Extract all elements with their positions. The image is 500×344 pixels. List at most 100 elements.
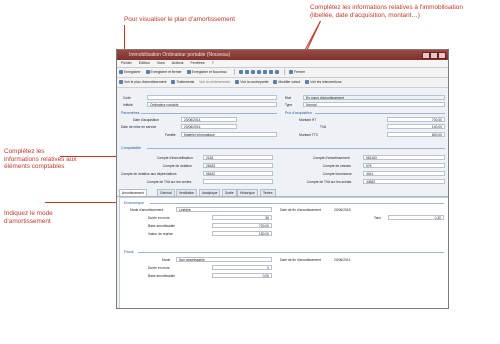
tab-general[interactable]: Général bbox=[157, 189, 175, 196]
eco-fin-value: 20/06/2018 bbox=[334, 208, 351, 212]
minimize-button[interactable] bbox=[422, 52, 430, 59]
counterpart-icon bbox=[235, 80, 240, 85]
eco-reprise-label: Valeur de reprise bbox=[148, 232, 173, 236]
save-close-button[interactable]: Enregistrer et fermer bbox=[145, 68, 182, 77]
forward-icon[interactable] bbox=[251, 70, 256, 75]
interventions-icon bbox=[305, 80, 310, 85]
annotation-plan: Pour visualiser le plan d'amortissement bbox=[124, 16, 235, 23]
immo-field[interactable]: 2183 bbox=[203, 155, 273, 160]
close-window-button[interactable] bbox=[438, 52, 446, 59]
toolbar-main: Enregistrer Enregistrer et fermer Enregi… bbox=[117, 68, 448, 78]
ttc-label: Montant TTC bbox=[299, 133, 319, 137]
treatments-button[interactable]: Traitements bbox=[171, 78, 194, 87]
fiscal-fin-label: Date de fin d'amortissement bbox=[280, 258, 321, 262]
dot-dep-field[interactable]: 68162 bbox=[203, 171, 273, 176]
params-section-title: Paramètres bbox=[121, 111, 140, 115]
close-button[interactable]: Fermer bbox=[289, 68, 305, 77]
ht-field[interactable]: 700,00 bbox=[387, 117, 445, 122]
save-icon bbox=[119, 70, 123, 75]
title-bar: Immobilisation Ordinateur portable (Nouv… bbox=[117, 50, 448, 60]
detail-tabs: Amortissement Général Ventilation Analyt… bbox=[117, 189, 448, 197]
acq-label: Date d'acquisition bbox=[133, 118, 159, 122]
menu-help[interactable]: ? bbox=[212, 61, 214, 65]
tva-vente-field[interactable] bbox=[203, 179, 273, 184]
amort-field[interactable]: 681163 bbox=[363, 155, 445, 160]
eco-duree-field[interactable]: 36 bbox=[212, 215, 272, 220]
view-sale-button[interactable]: Voir la vente/cession bbox=[199, 78, 230, 87]
view-interventions-button[interactable]: Voir les interventions bbox=[305, 78, 341, 87]
eco-mode-label: Mode d'amortissement bbox=[130, 208, 164, 212]
fiscal-mode-label: Mode bbox=[162, 258, 171, 262]
prix-section-title: Prix d'acquisition bbox=[285, 111, 312, 115]
fiscal-base-field[interactable]: 0,00 bbox=[212, 273, 272, 278]
compta-section-title: Comptabilité bbox=[121, 146, 141, 150]
fiscal-mode-field[interactable]: Non amortissable bbox=[176, 257, 272, 262]
tva-field[interactable]: 140,00 bbox=[387, 124, 445, 129]
eco-taux-field[interactable]: 0,30 bbox=[388, 215, 444, 220]
back-icon[interactable] bbox=[245, 70, 250, 75]
menu-edition[interactable]: Edition bbox=[139, 61, 150, 65]
refresh-icon[interactable] bbox=[275, 70, 280, 75]
fiscal-section-title: Fiscal bbox=[124, 250, 134, 254]
immo-label: Compte d'immobilisation bbox=[157, 156, 193, 160]
view-plan-button[interactable]: Voir le plan d'amortissement bbox=[119, 78, 167, 87]
tab-textes[interactable]: Textes bbox=[260, 189, 276, 196]
eco-reprise-field[interactable]: 150,00 bbox=[212, 231, 272, 236]
maximize-button[interactable] bbox=[430, 52, 438, 59]
params-section-line bbox=[141, 113, 277, 114]
fourn-field[interactable]: 4041 bbox=[363, 171, 445, 176]
ttc-field[interactable]: 840,00 bbox=[387, 132, 445, 137]
menu-fenetres[interactable]: Fenêtres bbox=[190, 61, 204, 65]
mes-label: Date de mise en service bbox=[121, 125, 157, 129]
calc-icon bbox=[273, 80, 278, 85]
intitule-field[interactable]: Ordinateur portable bbox=[147, 102, 277, 107]
toolbar-separator bbox=[234, 69, 236, 76]
modify-calc-button[interactable]: Modifier calcul bbox=[273, 78, 300, 87]
tva-achat-label: Compte de TVA sur les achats bbox=[307, 180, 352, 184]
acq-date-field[interactable]: 20/06/2014 bbox=[181, 117, 237, 122]
eco-mode-field[interactable]: Linéaire bbox=[176, 207, 272, 212]
annotation-mode-line bbox=[45, 202, 125, 203]
plan-icon bbox=[119, 80, 123, 85]
delete-icon[interactable] bbox=[269, 70, 274, 75]
menu-bar: Fichier Edition Vues Actions Fenêtres ? bbox=[117, 60, 448, 68]
eco-base-label: Base amortissable bbox=[148, 224, 176, 228]
toolbar-separator-2 bbox=[284, 69, 286, 76]
save-button[interactable]: Enregistrer bbox=[119, 68, 141, 77]
annotation-infos: Complétez les informations relatives à l… bbox=[310, 4, 463, 19]
tab-amortissement[interactable]: Amortissement bbox=[119, 189, 147, 196]
menu-vues[interactable]: Vues bbox=[157, 61, 165, 65]
view-counterpart-button[interactable]: Voir la contrepartie bbox=[235, 78, 269, 87]
ht-label: Montant HT bbox=[299, 118, 317, 122]
last-icon[interactable] bbox=[263, 70, 268, 75]
famille-field[interactable]: Matériel informatique bbox=[181, 132, 277, 137]
fiscal-duree-field[interactable]: 0 bbox=[212, 265, 272, 270]
eco-fin-label: Date de fin d'amortissement bbox=[280, 208, 321, 212]
immobilisation-window: Immobilisation Ordinateur portable (Nouv… bbox=[116, 49, 449, 309]
annotation-comptes-line bbox=[60, 156, 124, 157]
tva-label: TVA bbox=[320, 125, 327, 129]
eco-base-field[interactable]: 700,00 bbox=[212, 223, 272, 228]
menu-fichier[interactable]: Fichier bbox=[121, 61, 132, 65]
mes-date-field[interactable]: 20/06/2014 bbox=[181, 124, 237, 129]
print-icon[interactable] bbox=[239, 70, 244, 75]
tab-historique[interactable]: Historique bbox=[237, 189, 258, 196]
save-new-button[interactable]: Enregistrer et Nouveau bbox=[186, 68, 226, 77]
fiscal-base-label: Base amortissable bbox=[148, 274, 176, 278]
menu-actions[interactable]: Actions bbox=[172, 61, 184, 65]
tab-ventilation[interactable]: Ventilation bbox=[176, 189, 198, 196]
etat-label: Etat bbox=[285, 96, 291, 100]
tab-sortie[interactable]: Sortie bbox=[222, 189, 237, 196]
dotation-label: Compte de dotation bbox=[163, 164, 192, 168]
code-field[interactable] bbox=[147, 95, 277, 100]
dotation-field[interactable]: 28183 bbox=[203, 163, 273, 168]
tab-analytique[interactable]: Analytique bbox=[199, 189, 221, 196]
tva-achat-field[interactable]: 44562 bbox=[363, 179, 445, 184]
save-new-icon bbox=[186, 70, 191, 75]
famille-label: Famille bbox=[165, 133, 176, 137]
close-icon bbox=[289, 70, 293, 75]
cession-field[interactable]: 675 bbox=[363, 163, 445, 168]
fourn-label: Compte fournisseur bbox=[323, 172, 352, 176]
first-icon[interactable] bbox=[257, 70, 262, 75]
type-field[interactable]: Normal bbox=[303, 102, 445, 107]
